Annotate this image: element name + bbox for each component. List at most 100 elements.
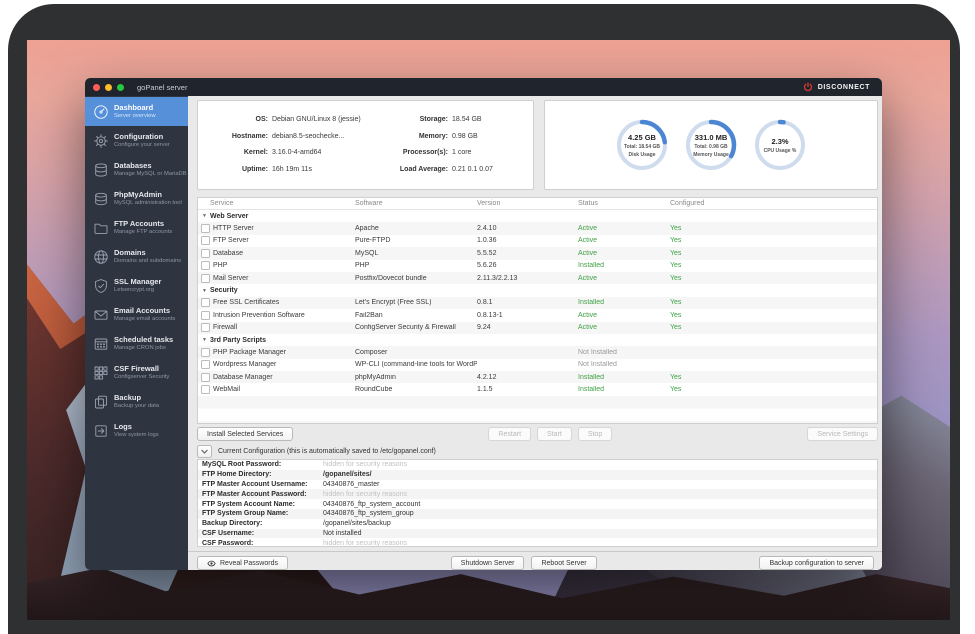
services-table: Service Software Version Status Configur… <box>197 197 878 424</box>
dashboard-icon <box>93 104 109 120</box>
gauge-caption: Memory Usage <box>693 152 729 158</box>
service-row-webmail[interactable]: WebMail RoundCube 1.1.5 Installed Yes <box>198 383 877 395</box>
service-row-database[interactable]: Database MySQL 5.5.52 Active Yes <box>198 247 877 259</box>
service-group-label: 3rd Party Scripts <box>210 337 266 344</box>
config-row-csf-username: CSF Username: Not installed <box>198 529 877 539</box>
service-row-firewall[interactable]: Firewall ConfigServer Security & Firewal… <box>198 322 877 334</box>
sidebar-item-databases[interactable]: Databases Manage MySQL or MariaDB <box>85 155 188 184</box>
sidebar-item-phpmyadmin[interactable]: PhpMyAdmin MySQL administration tool <box>85 184 188 213</box>
service-configured: Yes <box>670 262 877 269</box>
gauge-total: Total: 18.54 GB <box>624 144 660 150</box>
sidebar-item-dashboard[interactable]: Dashboard Server overview <box>85 97 188 126</box>
service-control-buttons: Restart Start Stop <box>488 427 612 441</box>
service-row-php[interactable]: PHP PHP 5.6.26 Installed Yes <box>198 260 877 272</box>
info-value: debian8.5-seochecke... <box>272 129 344 146</box>
close-window-button[interactable] <box>93 84 100 91</box>
config-value: hidden for security reasons <box>323 491 877 498</box>
reboot-server-button[interactable]: Reboot Server <box>531 556 596 570</box>
service-checkbox[interactable] <box>201 348 210 357</box>
service-checkbox[interactable] <box>201 298 210 307</box>
disconnect-button[interactable]: DISCONNECT <box>803 78 870 96</box>
info-row: Load Average: 0.21 0.1 0.07 <box>376 162 493 179</box>
config-label: Backup Directory: <box>198 520 323 527</box>
sidebar-item-configuration[interactable]: Configuration Configure your server <box>85 126 188 155</box>
system-info-column-left: OS: Debian GNU/Linux 8 (jessie) Hostname… <box>206 112 376 178</box>
sidebar-item-email-accounts[interactable]: Email Accounts Manage email accounts <box>85 300 188 329</box>
config-label: CSF Username: <box>198 530 323 537</box>
service-version: 0.8.1 <box>477 299 578 306</box>
sidebar-item-ssl-manager[interactable]: SSL Manager Letsencrypt.org <box>85 271 188 300</box>
sidebar-item-label: PhpMyAdmin <box>114 190 182 199</box>
sidebar-item-domains[interactable]: Domains Domains and subdomains <box>85 242 188 271</box>
config-value: 04340876_ftp_system_account <box>323 501 877 508</box>
sidebar-item-ftp-accounts[interactable]: FTP Accounts Manage FTP accounts <box>85 213 188 242</box>
service-row-ftp-server[interactable]: FTP Server Pure-FTPD 1.0.36 Active Yes <box>198 235 877 247</box>
sidebar-item-scheduled-tasks[interactable]: Scheduled tasks Manage CRON jobs <box>85 329 188 358</box>
sidebar-item-label: SSL Manager <box>114 277 161 286</box>
service-status: Active <box>578 275 670 282</box>
service-checkbox[interactable] <box>201 249 210 258</box>
service-row-intrusion-prevention-software[interactable]: Intrusion Prevention Software Fail2Ban 0… <box>198 309 877 321</box>
info-value: 0.21 0.1 0.07 <box>452 162 493 179</box>
service-checkbox[interactable] <box>201 224 210 233</box>
config-label: FTP System Account Name: <box>198 501 323 508</box>
service-row-http-server[interactable]: HTTP Server Apache 2.4.10 Active Yes <box>198 222 877 234</box>
service-version: 0.8.13-1 <box>477 312 578 319</box>
service-row-free-ssl-certificates[interactable]: Free SSL Certificates Let's Encrypt (Fre… <box>198 297 877 309</box>
service-name: PHP <box>213 262 227 269</box>
config-row-ftp-home-directory: FTP Home Directory: /gopanel/sites/ <box>198 470 877 480</box>
disclosure-triangle-icon[interactable]: ▼ <box>202 213 210 219</box>
service-configured: Yes <box>670 312 877 319</box>
service-row-wordpress-manager[interactable]: Wordpress Manager WP-CLI (command-line t… <box>198 359 877 371</box>
service-checkbox[interactable] <box>201 360 210 369</box>
service-checkbox[interactable] <box>201 373 210 382</box>
service-checkbox[interactable] <box>201 261 210 270</box>
service-group-security[interactable]: ▼ Security <box>198 284 877 296</box>
service-name: Database <box>213 250 243 257</box>
info-label: Hostname: <box>206 129 268 146</box>
sidebar-item-backup[interactable]: Backup Backup your data <box>85 387 188 416</box>
sidebar-item-sublabel: Configserver Security <box>114 374 169 381</box>
config-value: 04340876_ftp_system_group <box>323 510 877 517</box>
sidebar-item-csf-firewall[interactable]: CSF Firewall Configserver Security <box>85 358 188 387</box>
minimize-window-button[interactable] <box>105 84 112 91</box>
service-row-database-manager[interactable]: Database Manager phpMyAdmin 4.2.12 Insta… <box>198 371 877 383</box>
service-checkbox[interactable] <box>201 274 210 283</box>
reveal-passwords-button[interactable]: Reveal Passwords <box>197 556 288 570</box>
disclosure-triangle-icon[interactable]: ▼ <box>202 288 210 294</box>
service-group-web-server[interactable]: ▼ Web Server <box>198 210 877 222</box>
collapse-configuration-button[interactable] <box>197 445 212 458</box>
info-row: Kernel: 3.16.0-4-amd64 <box>206 145 376 162</box>
sidebar-item-logs[interactable]: Logs View system logs <box>85 416 188 445</box>
config-row-backup-directory: Backup Directory: /gopanel/sites/backup <box>198 519 877 529</box>
sidebar-item-label: Databases <box>114 161 187 170</box>
top-cards-row: OS: Debian GNU/Linux 8 (jessie) Hostname… <box>197 100 878 190</box>
gauge-value: 2.3% <box>771 137 788 146</box>
service-checkbox[interactable] <box>201 311 210 320</box>
service-row-php-package-manager[interactable]: PHP Package Manager Composer Not Install… <box>198 346 877 358</box>
service-checkbox[interactable] <box>201 236 210 245</box>
column-header-status: Status <box>578 200 670 207</box>
install-selected-services-button[interactable]: Install Selected Services <box>197 427 293 441</box>
shutdown-server-button[interactable]: Shutdown Server <box>451 556 525 570</box>
service-configured: Yes <box>670 386 877 393</box>
info-label: OS: <box>206 112 268 129</box>
service-name: Database Manager <box>213 374 273 381</box>
service-checkbox[interactable] <box>201 323 210 332</box>
service-actions-row: Install Selected Services Restart Start … <box>197 427 878 441</box>
service-software: Apache <box>355 225 477 232</box>
service-configured: Yes <box>670 250 877 257</box>
shield-icon <box>93 278 109 294</box>
service-row-mail-server[interactable]: Mail Server Postfix/Dovecot bundle 2.11.… <box>198 272 877 284</box>
info-value: 0.98 GB <box>452 129 478 146</box>
service-group-3rd-party-scripts[interactable]: ▼ 3rd Party Scripts <box>198 334 877 346</box>
config-label: FTP Home Directory: <box>198 471 323 478</box>
service-checkbox[interactable] <box>201 385 210 394</box>
backup-configuration-button[interactable]: Backup configuration to server <box>759 556 874 570</box>
info-value: 1 core <box>452 145 471 162</box>
info-row: Memory: 0.98 GB <box>376 129 493 146</box>
zoom-window-button[interactable] <box>117 84 124 91</box>
disclosure-triangle-icon[interactable]: ▼ <box>202 337 210 343</box>
service-configured: Yes <box>670 324 877 331</box>
service-configured: Yes <box>670 225 877 232</box>
